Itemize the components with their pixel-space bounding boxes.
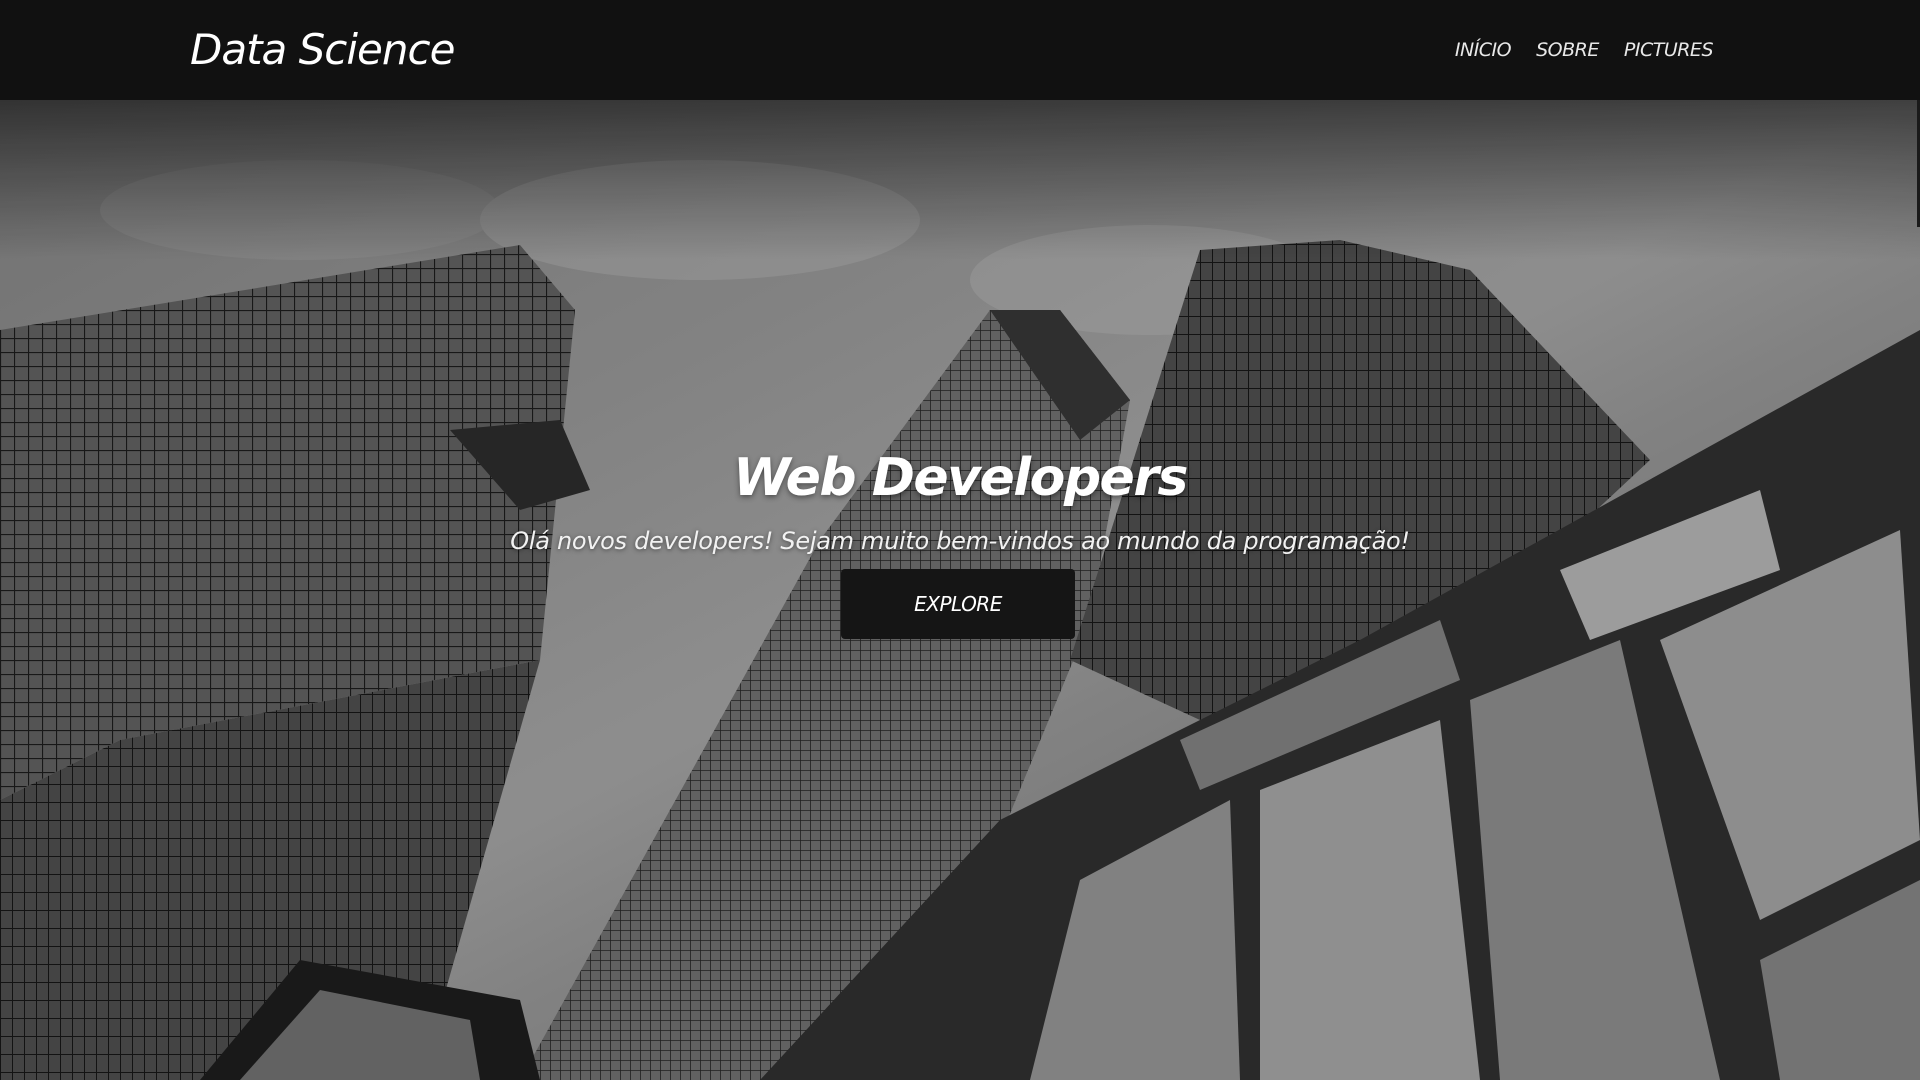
nav-link-inicio[interactable]: INÍCIO [1455,36,1512,64]
brand-logo[interactable]: Data Science [190,22,455,78]
navbar: Data Science INÍCIO SOBRE PICTURES [0,0,1920,100]
explore-button[interactable]: EXPLORE [841,569,1075,639]
nav-links: INÍCIO SOBRE PICTURES [1455,36,1714,64]
nav-link-pictures[interactable]: PICTURES [1624,36,1714,64]
hero-section: Web Developers Olá novos developers! Sej… [0,100,1920,1080]
hero-subtitle: Olá novos developers! Sejam muito bem-vi… [510,527,1410,555]
nav-link-sobre[interactable]: SOBRE [1536,36,1599,64]
hero-title: Web Developers [733,448,1188,508]
page: Data Science INÍCIO SOBRE PICTURES Web D… [0,0,1920,1080]
